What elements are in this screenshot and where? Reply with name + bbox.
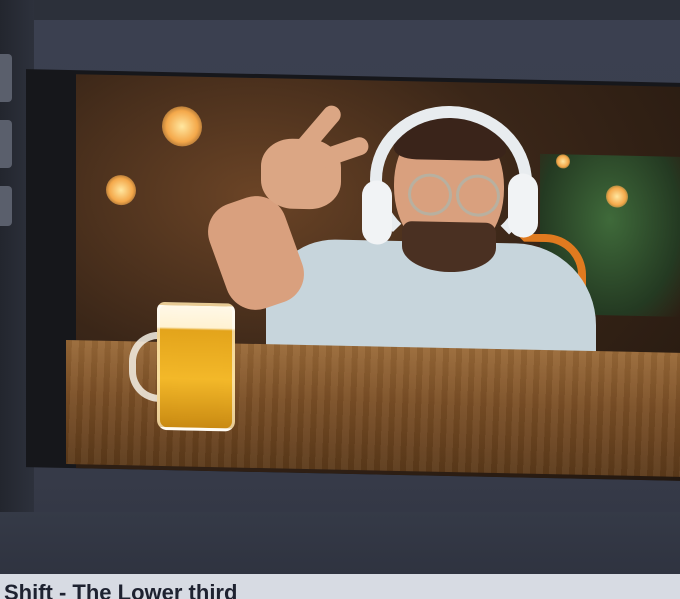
bokeh-light	[606, 185, 628, 208]
mug-glass	[157, 301, 235, 432]
bokeh-light	[556, 154, 570, 169]
bokeh-light	[106, 174, 136, 206]
sidebar-tab-3[interactable]	[0, 186, 12, 226]
bokeh-light	[162, 105, 202, 147]
panel-divider	[0, 512, 680, 574]
app-window: Shift - The Lower third	[0, 0, 680, 599]
lower-third-caption: Shift - The Lower third	[0, 574, 680, 599]
sidebar-tab-2[interactable]	[0, 120, 12, 168]
top-toolbar	[34, 0, 680, 20]
caption-text: Shift - The Lower third	[4, 580, 238, 599]
headphone-earcup-right	[508, 173, 538, 238]
sidebar-tab-1[interactable]	[0, 54, 12, 102]
video-preview[interactable]	[26, 69, 680, 481]
beer-mug-icon	[129, 301, 235, 433]
headphone-earcup-left	[362, 180, 392, 245]
headphones	[370, 104, 532, 258]
